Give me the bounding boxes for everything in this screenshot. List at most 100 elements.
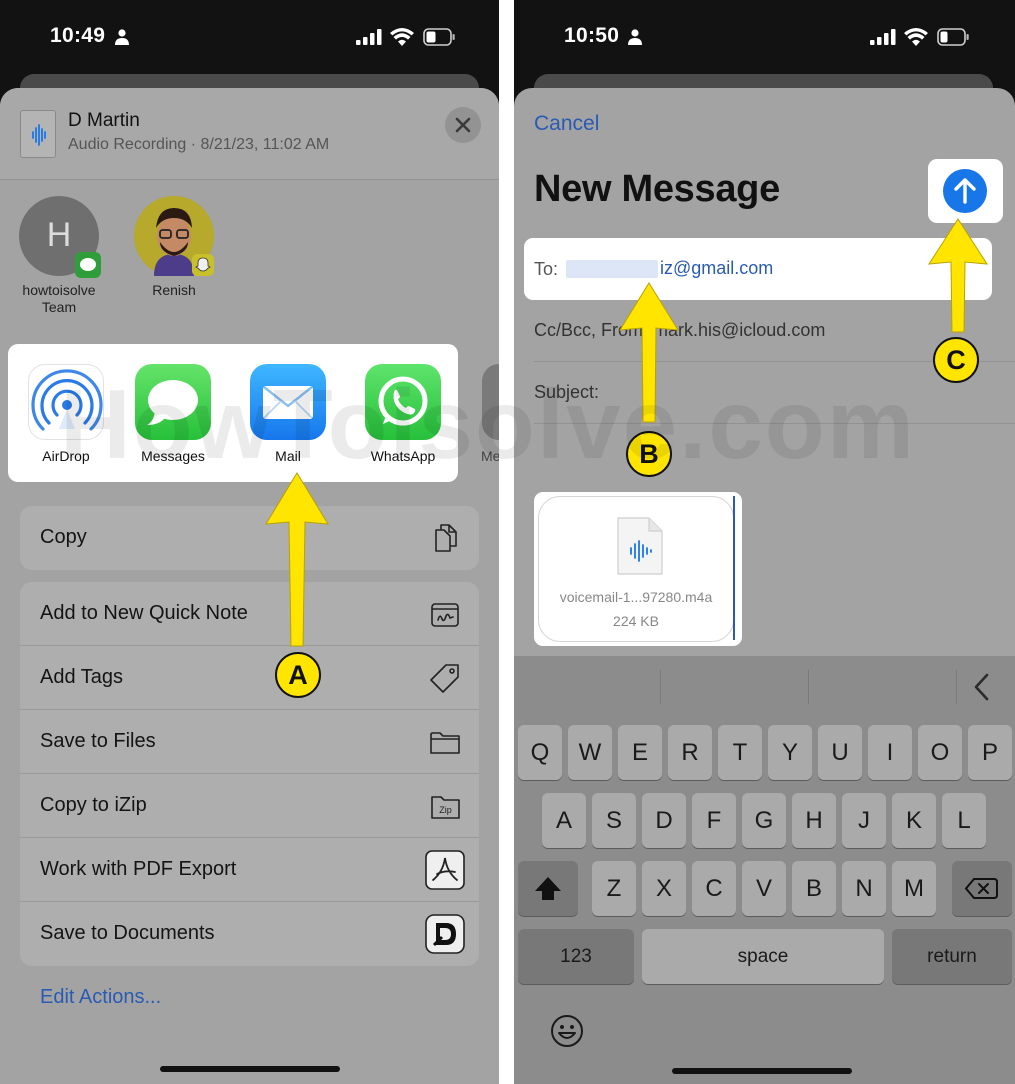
zip-icon: Zip (431, 796, 460, 819)
share-sheet-phone: 10:49 D Martin Audio Recording · 8/21/23… (0, 0, 499, 1084)
key-s[interactable]: S (592, 793, 636, 848)
to-field[interactable]: To: iz@gmail.com (524, 238, 992, 300)
watermark: HowToisolve.com (60, 369, 916, 479)
person-icon (115, 29, 129, 45)
action-label: Copy (40, 526, 87, 548)
avatar (134, 196, 214, 276)
to-value: iz@gmail.com (660, 258, 774, 278)
attachment-name: voicemail-1...97280.m4a (559, 589, 713, 605)
action-label: Copy to iZip (40, 794, 147, 816)
key-z[interactable]: Z (592, 861, 636, 916)
person-icon (628, 29, 642, 45)
action-label: Work with PDF Export (40, 858, 237, 880)
annotation-arrow-a (265, 472, 329, 647)
key-b[interactable]: B (792, 861, 836, 916)
action-label: Add to New Quick Note (40, 602, 248, 624)
key-h[interactable]: H (792, 793, 836, 848)
battery-icon (937, 28, 969, 46)
signal-icon (356, 29, 382, 45)
chevron-left-icon[interactable] (972, 672, 992, 702)
status-bar: 10:50 (514, 0, 1015, 74)
annotation-badge-a: A (275, 652, 321, 698)
contact-label: howtoisolve (22, 282, 96, 298)
share-sheet: D Martin Audio Recording · 8/21/23, 11:0… (0, 88, 499, 1084)
arrow-up-icon (954, 178, 976, 204)
key-e[interactable]: E (618, 725, 662, 780)
key-o[interactable]: O (918, 725, 962, 780)
page-title: New Message (534, 168, 780, 210)
keyboard: Q W E R T Y U I O P A S D F G H J K L Z … (514, 656, 1015, 1084)
action-save-to-documents[interactable]: Save to Documents (20, 902, 479, 966)
documents-icon (425, 914, 465, 954)
predictive-bar (514, 656, 1015, 718)
action-add-tags[interactable]: Add Tags (20, 646, 479, 710)
attachment-size: 224 KB (613, 613, 659, 629)
key-d[interactable]: D (642, 793, 686, 848)
edit-actions-link[interactable]: Edit Actions... (40, 986, 161, 1009)
file-thumbnail (20, 110, 56, 158)
predict-divider (956, 670, 957, 704)
actions-group: Add to New Quick Note Add Tags Save to F… (20, 582, 479, 966)
waveform-icon (32, 124, 46, 146)
contact-label: Renish (152, 282, 196, 298)
emoji-icon[interactable] (550, 1014, 584, 1048)
attachment[interactable]: voicemail-1...97280.m4a 224 KB (534, 492, 742, 646)
key-r[interactable]: R (668, 725, 712, 780)
action-save-to-files[interactable]: Save to Files (20, 710, 479, 774)
key-m[interactable]: M (892, 861, 936, 916)
key-n[interactable]: N (842, 861, 886, 916)
attachment-card: voicemail-1...97280.m4a 224 KB (538, 496, 734, 642)
cancel-button[interactable]: Cancel (534, 112, 599, 136)
key-i[interactable]: I (868, 725, 912, 780)
tag-icon (430, 664, 459, 693)
key-l[interactable]: L (942, 793, 986, 848)
wifi-icon (390, 28, 414, 46)
key-v[interactable]: V (742, 861, 786, 916)
key-t[interactable]: T (718, 725, 762, 780)
file-meta: Audio Recording · 8/21/23, 11:02 AM (68, 136, 330, 153)
action-add-quick-note[interactable]: Add to New Quick Note (20, 582, 479, 646)
copy-action[interactable]: Copy (20, 506, 479, 570)
quick-note-icon (431, 603, 459, 627)
file-name: D Martin (68, 110, 140, 131)
key-y[interactable]: Y (768, 725, 812, 780)
key-k[interactable]: K (892, 793, 936, 848)
space-key[interactable]: space (642, 929, 884, 984)
action-work-with-pdf-export[interactable]: Work with PDF Export (20, 838, 479, 902)
numbers-key[interactable]: 123 (518, 929, 634, 984)
annotation-arrow-c (928, 218, 988, 333)
shared-file-header: D Martin Audio Recording · 8/21/23, 11:0… (0, 88, 499, 180)
contact-renish[interactable]: Renish (119, 196, 229, 299)
delete-key[interactable] (952, 861, 1012, 916)
predict-divider (660, 670, 661, 704)
to-label: To: (534, 259, 559, 279)
key-f[interactable]: F (692, 793, 736, 848)
key-u[interactable]: U (818, 725, 862, 780)
contact-label-line2: Team (41, 299, 77, 315)
audio-file-icon (617, 517, 663, 575)
text-cursor (733, 496, 735, 640)
key-w[interactable]: W (568, 725, 612, 780)
action-copy-to-izip[interactable]: Copy to iZip Zip (20, 774, 479, 838)
folder-icon (430, 732, 460, 754)
action-label: Save to Documents (40, 922, 215, 944)
snapchat-badge-icon (192, 254, 214, 276)
wifi-icon (904, 28, 928, 46)
return-key[interactable]: return (892, 929, 1012, 984)
key-c[interactable]: C (692, 861, 736, 916)
key-a[interactable]: A (542, 793, 586, 848)
annotation-badge-c: C (933, 337, 979, 383)
contact-howtoisolve[interactable]: H howtoisolve Team (4, 196, 114, 316)
status-time: 10:50 (564, 24, 620, 47)
key-x[interactable]: X (642, 861, 686, 916)
key-g[interactable]: G (742, 793, 786, 848)
close-button[interactable] (445, 107, 481, 143)
key-j[interactable]: J (842, 793, 886, 848)
key-q[interactable]: Q (518, 725, 562, 780)
signal-icon (870, 29, 896, 45)
send-button[interactable] (943, 169, 987, 213)
key-p[interactable]: P (968, 725, 1012, 780)
shift-key[interactable] (518, 861, 578, 916)
screenshot-root: 10:49 D Martin Audio Recording · 8/21/23… (0, 0, 1015, 1084)
status-bar: 10:49 (0, 0, 499, 74)
